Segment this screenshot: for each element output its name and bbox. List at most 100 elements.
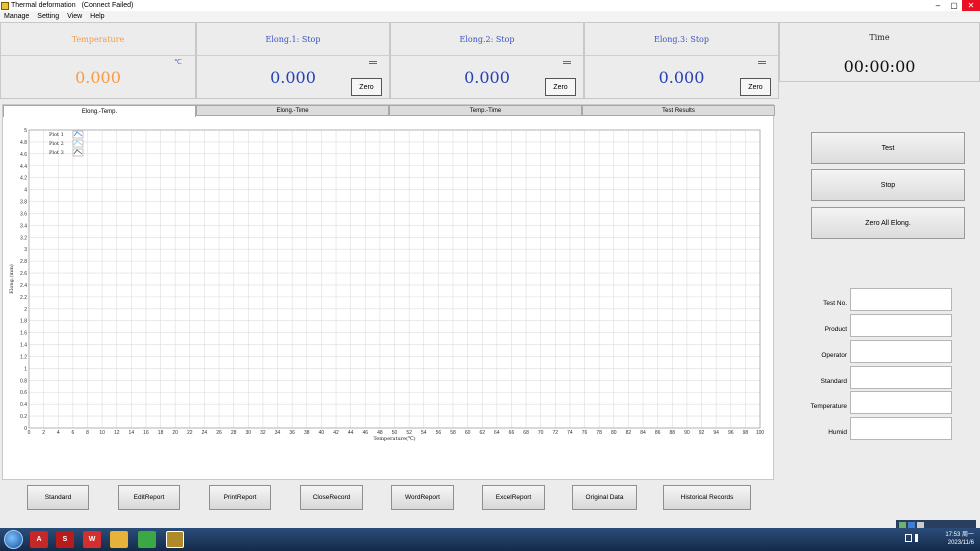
clock-time: 17:53 周一 (945, 532, 974, 538)
y-tick-label: 4.8 (20, 140, 27, 146)
start-button[interactable] (4, 530, 23, 549)
folder-icon[interactable] (110, 531, 128, 548)
x-tick-label: 64 (494, 430, 500, 436)
x-tick-label: 20 (172, 430, 178, 436)
close-icon[interactable]: ✕ (962, 0, 980, 11)
x-tick-label: 66 (509, 430, 515, 436)
humid-input[interactable] (850, 417, 952, 440)
app-s-icon[interactable]: S (56, 531, 74, 548)
tab-temp-time[interactable]: Temp.-Time (389, 105, 582, 116)
y-tick-label: 2.2 (20, 295, 27, 301)
x-tick-label: 76 (582, 430, 588, 436)
elong1-zero-button[interactable]: Zero (351, 78, 382, 96)
menu-view[interactable]: View (63, 13, 86, 20)
historical-records-button[interactable]: Historical Records (663, 485, 751, 510)
temperature-input[interactable] (850, 391, 952, 414)
x-tick-label: 72 (553, 430, 559, 436)
standard-input[interactable] (850, 366, 952, 389)
wechat-icon[interactable] (138, 531, 156, 548)
operator-input[interactable] (850, 340, 952, 363)
test-button[interactable]: Test (811, 132, 965, 164)
x-tick-label: 40 (319, 430, 325, 436)
x-tick-label: 18 (158, 430, 164, 436)
time-label: Time (869, 32, 890, 42)
y-tick-label: 2.8 (20, 259, 27, 265)
y-tick-label: 2.6 (20, 271, 27, 277)
tray-app-icon[interactable] (908, 521, 915, 528)
x-tick-label: 12 (114, 430, 120, 436)
x-tick-label: 54 (421, 430, 427, 436)
x-tick-label: 0 (28, 430, 31, 436)
y-tick-label: 4 (24, 188, 27, 194)
x-tick-label: 46 (362, 430, 368, 436)
volume-icon[interactable] (915, 534, 922, 542)
x-tick-label: 92 (699, 430, 705, 436)
x-tick-label: 4 (57, 430, 60, 436)
operator-label: Operator (821, 352, 847, 359)
app-a-icon[interactable]: A (30, 531, 48, 548)
chart-panel: Elong.-Temp. Elong.-Time Temp.-Time Test… (2, 104, 775, 480)
y-tick-label: 1.4 (20, 343, 27, 349)
product-input[interactable] (850, 314, 952, 337)
edit-report-button[interactable]: EditReport (118, 485, 180, 510)
minimize-icon[interactable]: – (930, 0, 946, 11)
test-no-input[interactable] (850, 288, 952, 311)
original-data-button[interactable]: Original Data (572, 485, 637, 510)
title-bar: Thermal deformation (Connect Failed) – ▢… (0, 0, 980, 11)
tab-test-results[interactable]: Test Results (582, 105, 775, 116)
x-tick-label: 16 (143, 430, 149, 436)
x-tick-label: 10 (99, 430, 105, 436)
x-tick-label: 2 (42, 430, 45, 436)
x-tick-label: 6 (71, 430, 74, 436)
word-report-button[interactable]: WordReport (391, 485, 454, 510)
y-tick-label: 4.2 (20, 176, 27, 182)
x-tick-label: 34 (275, 430, 281, 436)
tray-app-icon[interactable] (917, 521, 924, 528)
elong3-readout: Elong.3: Stop 0.000 Zero (584, 22, 779, 99)
elong3-zero-button[interactable]: Zero (740, 78, 771, 96)
tab-elong-time[interactable]: Elong.-Time (196, 105, 389, 116)
x-tick-label: 94 (713, 430, 719, 436)
time-value: 00:00:00 (843, 57, 916, 76)
close-record-button[interactable]: CloseRecord (300, 485, 363, 510)
elong2-zero-button[interactable]: Zero (545, 78, 576, 96)
x-tick-label: 74 (567, 430, 573, 436)
stop-button[interactable]: Stop (811, 169, 965, 201)
x-tick-label: 70 (538, 430, 544, 436)
divider (391, 55, 583, 56)
y-tick-label: 3.2 (20, 235, 27, 241)
zero-all-elong-button[interactable]: Zero All Elong. (811, 207, 965, 239)
wps-icon[interactable]: W (83, 531, 101, 548)
standard-button[interactable]: Standard (27, 485, 89, 510)
unit-icon (369, 61, 377, 64)
menu-help[interactable]: Help (86, 13, 108, 20)
menu-setting[interactable]: Setting (33, 13, 63, 20)
excel-report-button[interactable]: ExcelReport (482, 485, 545, 510)
temperature-value: 0.000 (75, 68, 121, 87)
app-window: Thermal deformation (Connect Failed) – ▢… (0, 0, 980, 529)
test-no-label: Test No. (823, 300, 847, 307)
maximize-icon[interactable]: ▢ (946, 0, 962, 11)
tray-app-icon[interactable] (899, 521, 906, 528)
network-icon[interactable] (905, 534, 912, 542)
elong2-readout: Elong.2: Stop 0.000 Zero (390, 22, 584, 99)
legend-swatch-box (72, 130, 84, 139)
x-tick-label: 82 (626, 430, 632, 436)
print-report-button[interactable]: PrintReport (209, 485, 271, 510)
divider (1, 55, 195, 56)
x-tick-label: 90 (684, 430, 690, 436)
temperature-unit: ℃ (174, 59, 182, 66)
y-tick-label: 3.4 (20, 223, 27, 229)
standard-label: Standard (820, 378, 847, 385)
tab-elong-temp[interactable]: Elong.-Temp. (3, 105, 196, 117)
connection-status: (Connect Failed) (81, 2, 134, 9)
y-tick-label: 4.4 (20, 164, 27, 170)
elong-temp-chart: 0 2 4 6 8 10 12 14 16 18 20 22 24 26 28 30 32 34 36 38 40 42 4… (8, 128, 764, 442)
taskbar: A S W 17:53 周一 2023/11/6 (0, 528, 980, 551)
thermal-app-icon[interactable] (166, 531, 184, 548)
taskbar-clock[interactable]: 17:53 周一 2023/11/6 (945, 531, 974, 547)
divider (197, 55, 389, 56)
menu-manage[interactable]: Manage (0, 13, 33, 20)
x-tick-label: 28 (231, 430, 237, 436)
y-tick-label: 3.6 (20, 211, 27, 217)
